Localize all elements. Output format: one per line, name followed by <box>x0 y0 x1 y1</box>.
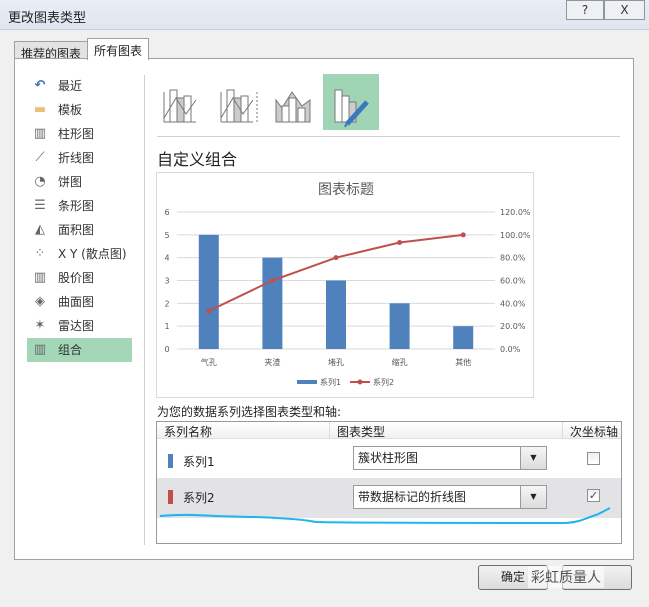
line-marker <box>397 239 403 245</box>
line-marker <box>269 278 275 283</box>
y-tick-label: 2 <box>164 299 169 308</box>
sidebar-item-label: X Y (散点图) <box>58 247 127 261</box>
bar <box>453 326 474 349</box>
divider <box>144 75 145 545</box>
sidebar-item[interactable]: ▥ 柱形图 <box>27 122 132 146</box>
sidebar-item-label: 折线图 <box>58 151 95 165</box>
help-button[interactable]: ? <box>566 0 604 20</box>
x-tick-label: 堵孔 <box>328 357 344 367</box>
bar <box>262 257 283 349</box>
sidebar-item[interactable]: ▬ 模板 <box>27 98 132 122</box>
bar-chart-icon: ☰ <box>34 198 46 213</box>
y-tick-label: 1 <box>164 322 169 331</box>
radar-chart-icon: ✶ <box>34 318 46 333</box>
tab-all-charts[interactable]: 所有图表 <box>87 38 150 60</box>
sidebar-item-label: 曲面图 <box>58 295 95 309</box>
table-row: 系列1 簇状柱形图 ▼ <box>157 446 621 478</box>
series-name: 系列1 <box>183 455 215 469</box>
divider <box>157 136 620 137</box>
y2-tick-label: 100.0% <box>500 231 531 240</box>
header-chart-type: 图表类型 <box>337 425 386 439</box>
x-tick-label: 夹渣 <box>264 357 280 367</box>
line-marker <box>333 255 339 261</box>
sidebar-item-label: 组合 <box>58 343 83 357</box>
subtype-custom-combination[interactable] <box>323 74 379 130</box>
y2-tick-label: 0.0% <box>500 345 521 354</box>
legend-label: 系列2 <box>373 377 394 387</box>
sidebar-item-label: 面积图 <box>58 223 95 237</box>
title-bar <box>0 0 649 30</box>
sidebar-item-label: 最近 <box>58 79 83 93</box>
legend-swatch <box>297 380 317 384</box>
x-tick-label: 气孔 <box>201 357 217 367</box>
y-tick-label: 3 <box>164 277 169 286</box>
sidebar-item[interactable]: ↶ 最近 <box>27 74 132 98</box>
close-button[interactable]: X <box>604 0 645 20</box>
sidebar-item-label: 股价图 <box>58 271 95 285</box>
undo-icon: ↶ <box>34 78 46 93</box>
x-tick-label: 缩孔 <box>392 357 408 367</box>
y2-tick-label: 20.0% <box>500 322 526 331</box>
pie-chart-icon: ◔ <box>34 174 46 189</box>
y-tick-label: 6 <box>164 208 169 217</box>
hand-drawn-annotation <box>159 507 611 525</box>
legend-marker <box>357 379 363 385</box>
header-series-name: 系列名称 <box>164 425 213 439</box>
chart-type-select[interactable]: 簇状柱形图 ▼ <box>353 446 547 470</box>
sidebar-item[interactable]: ⟋ 折线图 <box>27 146 132 170</box>
sidebar-item[interactable]: ⁘ X Y (散点图) <box>27 242 132 266</box>
surface-chart-icon: ◈ <box>35 294 45 309</box>
chart-svg: 图表标题01234560.0%20.0%40.0%60.0%80.0%100.0… <box>164 182 531 387</box>
column-chart-icon: ▥ <box>33 126 47 141</box>
y-tick-label: 0 <box>164 345 169 354</box>
x-tick-label: 其他 <box>455 357 471 367</box>
stock-chart-icon: ▥ <box>33 270 47 285</box>
bar <box>389 303 410 349</box>
table-header: 系列名称 图表类型 次坐标轴 <box>157 422 621 439</box>
line-chart-icon: ⟋ <box>35 150 45 165</box>
subtype-clustered-column-line[interactable] <box>156 74 208 130</box>
y2-tick-label: 40.0% <box>500 299 526 308</box>
sidebar-item[interactable]: ▥ 组合 <box>27 338 132 362</box>
line-marker <box>206 308 212 314</box>
sidebar-item[interactable]: ✶ 雷达图 <box>27 314 132 338</box>
section-title: 自定义组合 <box>157 150 238 169</box>
sidebar-item-label: 条形图 <box>58 199 95 213</box>
header-secondary-axis: 次坐标轴 <box>570 425 619 439</box>
window-title: 更改图表类型 <box>8 11 87 26</box>
legend-label: 系列1 <box>320 377 341 387</box>
series-prompt: 为您的数据系列选择图表类型和轴: <box>157 405 342 419</box>
y2-tick-label: 80.0% <box>500 254 526 263</box>
bar <box>326 280 346 349</box>
subtype-column-line-secondary[interactable] <box>213 74 265 130</box>
sidebar-item[interactable]: ▥ 股价图 <box>27 266 132 290</box>
sidebar-item[interactable]: ◈ 曲面图 <box>27 290 132 314</box>
subtype-stacked-area-column[interactable] <box>270 74 322 130</box>
line-marker <box>460 232 466 238</box>
sidebar-item[interactable]: ☰ 条形图 <box>27 194 132 218</box>
chevron-down-icon[interactable]: ▼ <box>520 447 546 469</box>
y2-tick-label: 120.0% <box>500 208 531 217</box>
chart-type-value: 簇状柱形图 <box>358 451 419 465</box>
area-chart-icon: ◭ <box>35 222 45 237</box>
y2-tick-label: 60.0% <box>500 277 526 286</box>
combo-chart-icon: ▥ <box>33 342 47 357</box>
chart-preview: 图表标题 0 1 2 3 4 5 6 0.0% 20.0% 40.0% 60.0% 80.0% 100.0… <box>156 172 534 398</box>
folder-icon: ▬ <box>33 102 47 117</box>
bar <box>198 234 219 349</box>
scatter-chart-icon: ⁘ <box>34 246 46 261</box>
sidebar-item-label: 模板 <box>58 103 83 117</box>
sidebar-item-label: 饼图 <box>58 175 83 189</box>
series-color-swatch <box>168 454 173 468</box>
chart-title: 图表标题 <box>318 182 374 198</box>
watermark: 彩虹质量人 <box>528 566 604 588</box>
sidebar-item[interactable]: ◔ 饼图 <box>27 170 132 194</box>
sidebar-item-label: 柱形图 <box>58 127 95 141</box>
secondary-axis-checkbox[interactable] <box>587 452 600 465</box>
sidebar-item[interactable]: ◭ 面积图 <box>27 218 132 242</box>
sidebar-item-label: 雷达图 <box>58 319 95 333</box>
y-tick-label: 4 <box>164 254 169 263</box>
y-tick-label: 5 <box>164 231 169 240</box>
